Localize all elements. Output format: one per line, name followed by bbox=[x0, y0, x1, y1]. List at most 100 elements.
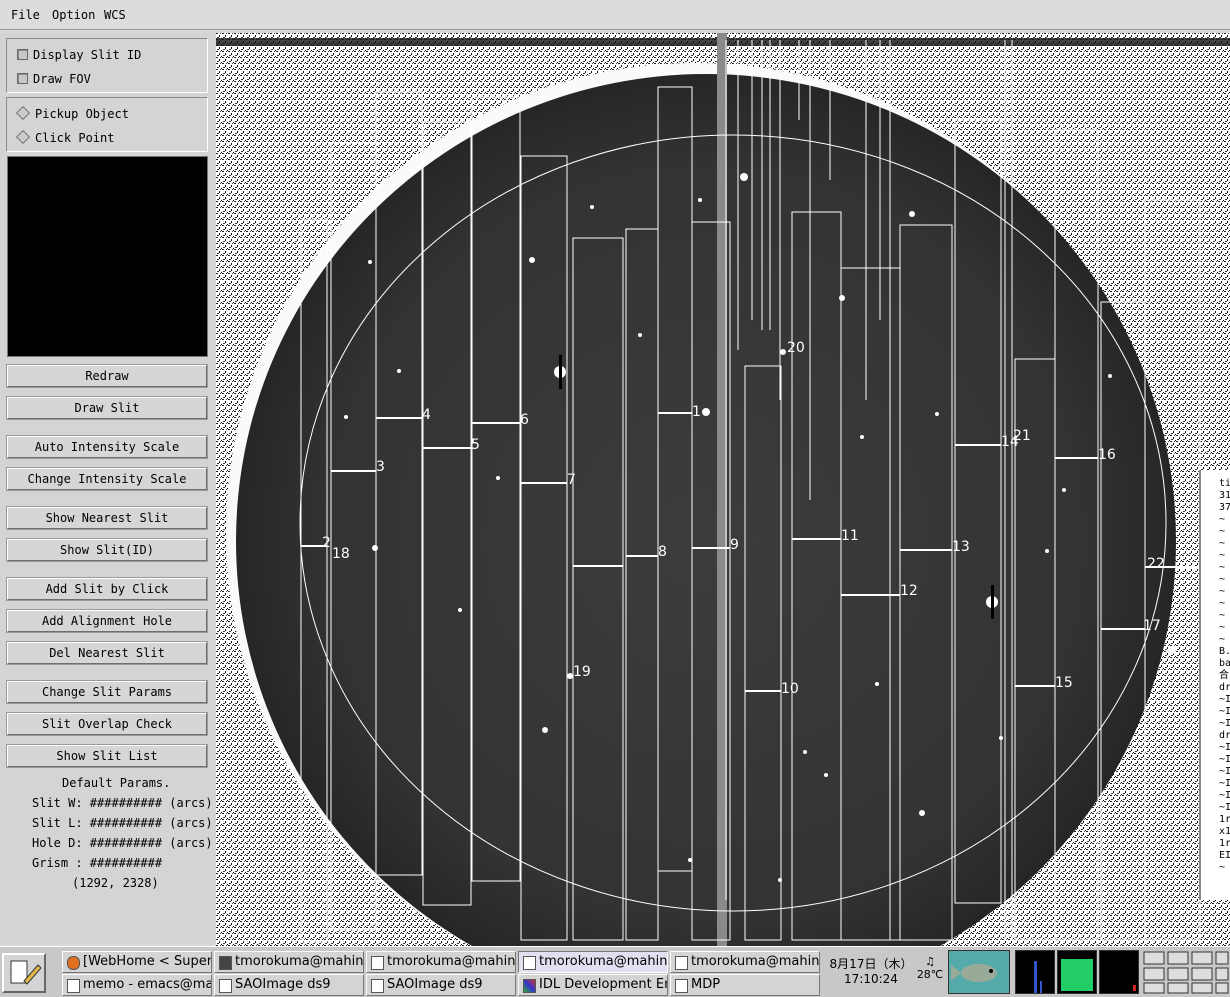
zoom-preview bbox=[7, 156, 208, 357]
task-label: tmorokuma@mahina: bbox=[387, 954, 516, 969]
add-slit-by-click-button[interactable]: Add Slit by Click bbox=[7, 578, 207, 600]
window-icon bbox=[371, 979, 384, 993]
terminal-line: ~I bbox=[1219, 742, 1230, 753]
star-spike bbox=[559, 355, 562, 389]
star-point bbox=[860, 435, 864, 439]
star-point bbox=[1108, 374, 1112, 378]
star-point bbox=[496, 476, 500, 480]
taskbar: [WebHome < Supern tmorokuma@mahina: tmor… bbox=[0, 946, 1230, 997]
slit-id-label: 3 bbox=[376, 459, 385, 475]
terminal-icon bbox=[219, 956, 232, 970]
terminal-line: ~ bbox=[1219, 562, 1226, 573]
task-label: IDL Development Env bbox=[539, 977, 668, 992]
terminal-line: EI bbox=[1219, 850, 1230, 861]
slit-id-label: 5 bbox=[471, 437, 480, 453]
star-point bbox=[824, 773, 828, 777]
change-slit-params-button[interactable]: Change Slit Params bbox=[7, 681, 207, 703]
task-ds9-2[interactable]: SAOImage ds9 bbox=[366, 974, 516, 996]
star-point bbox=[372, 545, 378, 551]
window-icon bbox=[675, 956, 688, 970]
radio-icon bbox=[15, 129, 31, 145]
temperature-widget[interactable]: ♫ 28℃ bbox=[914, 955, 946, 981]
task-browser-webhome[interactable]: [WebHome < Supern bbox=[62, 951, 212, 973]
slit-id-label: 21 bbox=[1013, 428, 1031, 444]
click-mode-group: Pickup Object Click Point bbox=[6, 97, 208, 152]
background-terminal-window[interactable]: ti 31 37 ~ ~ ~ ~ ~ ~ ~ ~ ~ ~ ~ B. ba 合 dr ~I ~I ~I dr ~I ~I ~I ~I… bbox=[1199, 470, 1230, 900]
slit-id-label: 19 bbox=[573, 664, 591, 680]
star-point bbox=[638, 333, 642, 337]
task-terminal-3[interactable]: tmorokuma@mahina: bbox=[518, 951, 668, 973]
net-monitor bbox=[1099, 950, 1139, 994]
auto-intensity-scale-button[interactable]: Auto Intensity Scale bbox=[7, 436, 207, 458]
net-activity-icon bbox=[1133, 985, 1136, 991]
clock[interactable]: 8月17日（木） 17:10:24 bbox=[826, 951, 916, 995]
clock-date: 8月17日（木） bbox=[829, 957, 913, 971]
draw-slit-button[interactable]: Draw Slit bbox=[7, 397, 207, 419]
task-terminal-2[interactable]: tmorokuma@mahina: bbox=[366, 951, 516, 973]
checkbox-icon bbox=[17, 49, 28, 60]
task-label: tmorokuma@mahina: bbox=[691, 954, 820, 969]
redraw-button[interactable]: Redraw bbox=[7, 365, 207, 387]
radio-icon bbox=[15, 105, 31, 121]
task-mdp[interactable]: MDP bbox=[670, 974, 820, 996]
star-spike bbox=[991, 585, 994, 619]
star-point bbox=[803, 750, 807, 754]
task-ds9-1[interactable]: SAOImage ds9 bbox=[214, 974, 364, 996]
terminal-line: 37 bbox=[1219, 502, 1230, 513]
change-intensity-scale-button[interactable]: Change Intensity Scale bbox=[7, 468, 207, 490]
star-point bbox=[1168, 646, 1176, 654]
slit-id-label: 13 bbox=[952, 539, 970, 555]
slit-id-label: 12 bbox=[900, 583, 918, 599]
terminal-line: ba bbox=[1219, 658, 1230, 669]
menu-file[interactable]: File bbox=[11, 8, 40, 22]
draw-fov-label: Draw FOV bbox=[33, 72, 91, 86]
workspace-pager[interactable] bbox=[1142, 950, 1230, 994]
menu-wcs[interactable]: WCS bbox=[104, 8, 126, 22]
task-label: tmorokuma@mahina: bbox=[539, 954, 668, 969]
checkbox-icon bbox=[17, 73, 28, 84]
slit-id-label: 18 bbox=[332, 546, 350, 562]
add-alignment-hole-button[interactable]: Add Alignment Hole bbox=[7, 610, 207, 632]
terminal-line: ti bbox=[1219, 478, 1230, 489]
star-point bbox=[368, 260, 372, 264]
fish-applet[interactable] bbox=[948, 950, 1010, 994]
slit-id-label: 17 bbox=[1143, 618, 1161, 634]
star-point bbox=[935, 412, 939, 416]
task-label: tmorokuma@mahina: bbox=[235, 954, 364, 969]
mask-image-canvas[interactable]: 1 2 3 4 5 6 7 8 9 10 11 12 13 14 15 16 17 18 19 20 21 22 bbox=[216, 33, 1230, 946]
terminal-line: ~ bbox=[1219, 550, 1226, 561]
terminal-line: ~ bbox=[1219, 526, 1226, 537]
pickup-object-radio[interactable]: Pickup Object bbox=[15, 105, 129, 121]
display-slit-id-checkbox[interactable]: Display Slit ID bbox=[17, 48, 141, 62]
terminal-line: ~I bbox=[1219, 718, 1230, 729]
terminal-line: ~ bbox=[1219, 586, 1226, 597]
terminal-line: ~ bbox=[1219, 514, 1226, 525]
show-slit-id-button[interactable]: Show Slit(ID) bbox=[7, 539, 207, 561]
star-point bbox=[909, 211, 915, 217]
slit-id-label: 2 bbox=[322, 535, 331, 551]
task-idl[interactable]: IDL Development Env bbox=[518, 974, 668, 996]
task-emacs-memo[interactable]: memo - emacs@mah bbox=[62, 974, 212, 996]
slit-overlap-check-button[interactable]: Slit Overlap Check bbox=[7, 713, 207, 735]
show-slit-list-button[interactable]: Show Slit List bbox=[7, 745, 207, 767]
star-point bbox=[919, 810, 925, 816]
temperature-value: 28℃ bbox=[916, 968, 944, 981]
slit-id-label: 8 bbox=[658, 544, 667, 560]
terminal-line: ~ bbox=[1219, 598, 1226, 609]
slit-id-label: 6 bbox=[520, 412, 529, 428]
click-point-radio[interactable]: Click Point bbox=[15, 129, 114, 145]
show-desktop-button[interactable] bbox=[2, 953, 46, 993]
memory-monitor bbox=[1057, 950, 1097, 994]
star-point bbox=[688, 858, 692, 862]
slit-id-label: 22 bbox=[1147, 556, 1165, 572]
menu-option[interactable]: Option bbox=[52, 8, 95, 22]
cpu-monitor bbox=[1015, 950, 1055, 994]
draw-fov-checkbox[interactable]: Draw FOV bbox=[17, 72, 91, 86]
show-nearest-slit-button[interactable]: Show Nearest Slit bbox=[7, 507, 207, 529]
task-terminal-4[interactable]: tmorokuma@mahina: bbox=[670, 951, 820, 973]
star-point bbox=[1045, 549, 1049, 553]
star-point bbox=[1062, 488, 1066, 492]
pager-icon bbox=[1143, 951, 1229, 994]
task-terminal-1[interactable]: tmorokuma@mahina: bbox=[214, 951, 364, 973]
del-nearest-slit-button[interactable]: Del Nearest Slit bbox=[7, 642, 207, 664]
